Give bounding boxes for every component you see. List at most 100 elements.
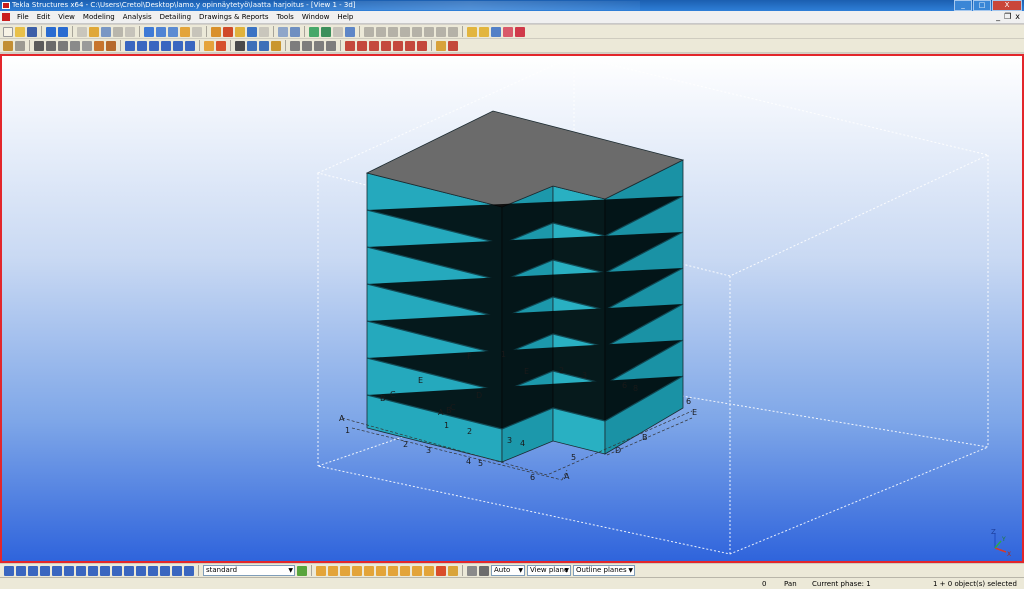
model-scene[interactable]: A 1 2 3 4 5 6 A 5 D B 6 E F 1 E E D C B (2, 56, 1022, 561)
snap-midpoint-icon[interactable] (400, 565, 410, 576)
select-parts-icon[interactable] (467, 26, 477, 37)
menu-view[interactable]: View (54, 11, 79, 24)
contour-plate-icon[interactable] (185, 40, 195, 51)
snap-nearest-icon[interactable] (340, 565, 350, 576)
distance-icon[interactable] (345, 26, 355, 37)
drawing-list-icon[interactable] (235, 26, 245, 37)
selection-filter-select[interactable]: standard ▼ (203, 565, 295, 576)
zoom-icon[interactable] (192, 26, 202, 37)
construction-circle-icon[interactable] (448, 40, 458, 51)
polybeam-icon[interactable] (58, 40, 68, 51)
point-intersection-icon[interactable] (381, 40, 391, 51)
item-icon[interactable] (106, 40, 116, 51)
open-model-icon[interactable] (15, 26, 25, 37)
model-view-3d[interactable]: A 1 2 3 4 5 6 A 5 D B 6 E F 1 E E D C B (0, 54, 1024, 563)
reinforcing-bar-icon[interactable] (290, 40, 300, 51)
snap-center-icon[interactable] (400, 26, 410, 37)
point-icon[interactable] (345, 40, 355, 51)
plane-select[interactable]: View plane ▼ (527, 565, 571, 576)
snap-middle-icon[interactable] (412, 26, 422, 37)
snap-arc-icon[interactable] (388, 565, 398, 576)
menu-window[interactable]: Window (298, 11, 334, 24)
select-gridlines-icon[interactable] (64, 565, 74, 576)
select-surface-icon[interactable] (28, 565, 38, 576)
numbering-icon[interactable] (247, 26, 257, 37)
new-model-icon[interactable] (3, 26, 13, 37)
snap-point-extension-icon[interactable] (376, 565, 386, 576)
select-object-in-assembly-icon[interactable] (184, 565, 194, 576)
line-cut-icon[interactable] (259, 40, 269, 51)
point-projection-icon[interactable] (417, 40, 427, 51)
column-icon[interactable] (3, 40, 13, 51)
panel-icon[interactable] (82, 40, 92, 51)
snap-perpendicular-icon[interactable] (436, 26, 446, 37)
select-points-icon[interactable] (40, 565, 50, 576)
create-view-icon[interactable] (77, 26, 87, 37)
select-components-icon[interactable] (148, 565, 158, 576)
snap-geometry-lines-icon[interactable] (328, 565, 338, 576)
select-cuts-icon[interactable] (100, 565, 110, 576)
object-group-icon[interactable] (515, 26, 525, 37)
bolt-icon[interactable] (204, 40, 214, 51)
work-area-icon[interactable] (113, 26, 123, 37)
mesh-icon[interactable] (314, 40, 324, 51)
drag-and-drop-icon[interactable] (479, 565, 489, 576)
orthogonal-beam-icon[interactable] (161, 40, 171, 51)
snap-point-icon[interactable] (376, 26, 386, 37)
steel-column-icon[interactable] (125, 40, 135, 51)
point-along-line-icon[interactable] (357, 40, 367, 51)
snap-settings-icon[interactable] (211, 26, 221, 37)
select-grids-icon[interactable] (52, 565, 62, 576)
phase-icon[interactable] (503, 26, 513, 37)
snap-reference-lines-icon[interactable] (316, 565, 326, 576)
menu-file[interactable]: File (13, 11, 33, 24)
copy-icon[interactable] (290, 26, 300, 37)
view-restore-button[interactable]: ❐ (1004, 12, 1011, 21)
select-filter-icon[interactable] (491, 26, 501, 37)
snap-override-icon[interactable] (436, 565, 446, 576)
grid-icon[interactable] (101, 26, 111, 37)
snap-line-segment-icon[interactable] (364, 565, 374, 576)
redo-icon[interactable] (58, 26, 68, 37)
cut-icon[interactable] (235, 40, 245, 51)
snap-grid-icon[interactable] (364, 26, 374, 37)
concrete-beam-icon[interactable] (46, 40, 56, 51)
save-icon[interactable] (27, 26, 37, 37)
steel-beam-icon[interactable] (137, 40, 147, 51)
select-views-icon[interactable] (112, 565, 122, 576)
menu-analysis[interactable]: Analysis (119, 11, 156, 24)
fitting-icon[interactable] (247, 40, 257, 51)
measure-icon[interactable] (309, 26, 319, 37)
select-assemblies-icon[interactable] (479, 26, 489, 37)
snap-center-point-icon[interactable] (424, 565, 434, 576)
menu-tools[interactable]: Tools (273, 11, 298, 24)
clip-plane-icon[interactable] (180, 26, 190, 37)
outline-planes-select[interactable]: Outline planes ▼ (573, 565, 635, 576)
measure-bolt-icon[interactable] (333, 26, 343, 37)
surface-treatment-icon[interactable] (326, 40, 336, 51)
select-parts-filter-icon[interactable] (16, 565, 26, 576)
snap-intersection-icon[interactable] (424, 26, 434, 37)
view-properties-icon[interactable] (125, 26, 135, 37)
select-welds-icon[interactable] (88, 565, 98, 576)
snap-any-position-icon[interactable] (352, 565, 362, 576)
move-icon[interactable] (278, 26, 288, 37)
undo-icon[interactable] (46, 26, 56, 37)
menu-modeling[interactable]: Modeling (79, 11, 119, 24)
twin-profile-icon[interactable] (149, 40, 159, 51)
snap-end-icon[interactable] (388, 26, 398, 37)
select-objects-in-components-icon[interactable] (160, 565, 170, 576)
polygon-cut-icon[interactable] (271, 40, 281, 51)
snap-ortho-icon[interactable] (448, 565, 458, 576)
smart-select-icon[interactable] (467, 565, 477, 576)
menu-edit[interactable]: Edit (33, 11, 55, 24)
inquire-icon[interactable] (259, 26, 269, 37)
point-extension-icon[interactable] (369, 40, 379, 51)
document-icon[interactable] (2, 13, 10, 21)
view-screen-icon[interactable] (144, 26, 154, 37)
construction-line-icon[interactable] (436, 40, 446, 51)
close-button[interactable]: X (992, 0, 1022, 11)
maximize-button[interactable]: □ (973, 0, 991, 11)
minimize-button[interactable]: _ (954, 0, 972, 11)
depth-mode-select[interactable]: Auto ▼ (491, 565, 525, 576)
